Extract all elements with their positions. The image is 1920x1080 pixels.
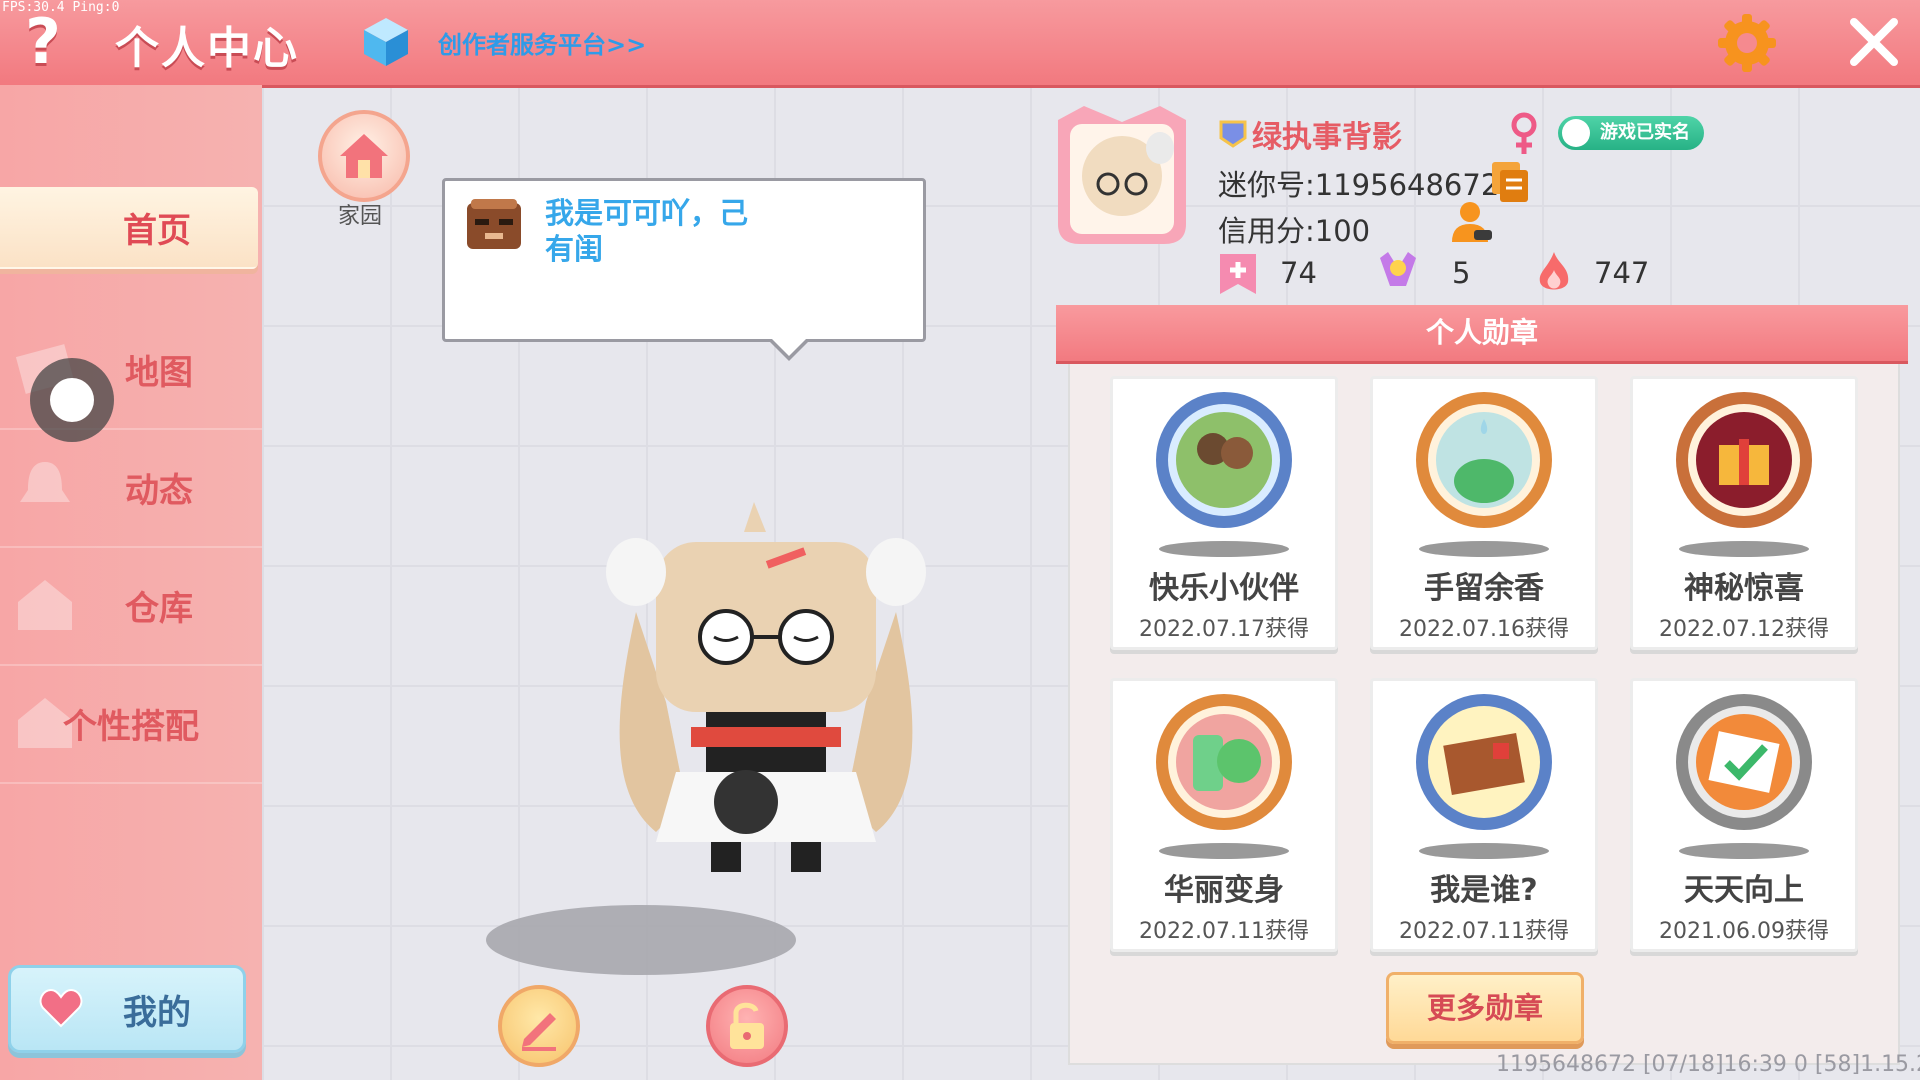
medal-name: 手留余香 [1424, 571, 1544, 606]
realname-label: 游戏已实名 [1600, 122, 1690, 143]
close-icon[interactable] [1846, 14, 1902, 70]
medal-shadow [1679, 843, 1809, 859]
medal-fragrance-icon [1416, 392, 1552, 528]
medal-panel-title: 个人勋章 [1056, 305, 1908, 364]
medal-name: 我是谁? [1430, 873, 1538, 908]
sidebar: 首页 地图 动态 仓库 个性搭配 [0, 85, 262, 1080]
sidebar-item-label: 仓库 [125, 588, 193, 629]
sidebar-item-storage[interactable]: 仓库 [0, 546, 262, 666]
copy-icon[interactable] [1490, 160, 1530, 204]
character-shadow [486, 905, 796, 975]
help-icon[interactable]: ? [18, 10, 68, 74]
vip-badge-icon [1219, 120, 1247, 148]
female-icon [1511, 112, 1537, 154]
medal-daily-progress-icon [1676, 694, 1812, 830]
add-friend-icon[interactable] [1450, 200, 1494, 244]
page-title: 个人中心 [115, 23, 299, 74]
lock-button[interactable] [706, 985, 788, 1067]
signature-bubble[interactable]: 我是可可吖，己 有闺 [442, 178, 926, 361]
bell-icon [20, 462, 70, 502]
user-verified-icon [1562, 119, 1590, 147]
player-character[interactable] [596, 502, 936, 882]
medal-date: 2022.07.16获得 [1399, 617, 1569, 642]
heart-icon [39, 988, 83, 1028]
medal-date: 2022.07.11获得 [1139, 919, 1309, 944]
credit-score: 信用分:100 [1218, 214, 1371, 248]
medal-shadow [1159, 541, 1289, 557]
warehouse-icon [18, 580, 72, 630]
sidebar-item-home[interactable]: 首页 [0, 187, 258, 269]
medal-card[interactable]: 手留余香 2022.07.16获得 [1370, 376, 1598, 650]
popularity-count: 747 [1594, 256, 1650, 290]
signature-text: 我是可可吖，己 有闺 [545, 195, 785, 267]
gear-icon[interactable] [1716, 12, 1778, 74]
creator-platform-link[interactable]: 创作者服务平台>> [438, 25, 646, 60]
more-medals-button[interactable]: 更多勋章 [1386, 972, 1584, 1044]
medal-mystery-gift-icon [1676, 392, 1812, 528]
medal-shadow [1419, 843, 1549, 859]
realname-badge: 游戏已实名 [1558, 116, 1704, 150]
like-icon [1220, 254, 1256, 294]
medal-card[interactable]: 天天向上 2021.06.09获得 [1630, 678, 1858, 952]
medal-date: 2022.07.17获得 [1139, 617, 1309, 642]
top-bar: ? 个人中心 创作者服务平台>> [0, 0, 1920, 85]
home-button[interactable] [318, 110, 410, 202]
signature-line-1: 我是可可吖，己 [545, 196, 749, 230]
medal-name: 华丽变身 [1164, 873, 1284, 908]
medal-name: 快乐小伙伴 [1149, 571, 1299, 606]
fans-count: 5 [1452, 256, 1471, 290]
sidebar-item-label: 地图 [125, 352, 193, 393]
unlock-icon [730, 1002, 764, 1049]
medal-who-am-i-icon [1416, 694, 1552, 830]
medal-name: 神秘惊喜 [1684, 571, 1804, 606]
sidebar-item-label: 个性搭配 [63, 706, 199, 747]
medal-transform-icon [1156, 694, 1292, 830]
sidebar-item-feed[interactable]: 动态 [0, 428, 262, 548]
my-button-label: 我的 [123, 992, 191, 1033]
sidebar-item-outfit[interactable]: 个性搭配 [0, 664, 262, 784]
touch-indicator [30, 358, 114, 442]
medal-date: 2022.07.12获得 [1659, 617, 1829, 642]
medal-card[interactable]: 神秘惊喜 2022.07.12获得 [1630, 376, 1858, 650]
sidebar-item-label: 动态 [125, 470, 193, 511]
medal-shadow [1159, 843, 1289, 859]
medal-card[interactable]: 快乐小伙伴 2022.07.17获得 [1110, 376, 1338, 650]
medal-shadow [1679, 541, 1809, 557]
character-head-icon [467, 199, 521, 249]
house-icon [340, 134, 388, 178]
edit-button[interactable] [498, 985, 580, 1067]
fire-icon [1539, 252, 1569, 290]
signature-line-2: 有闺 [545, 232, 604, 266]
medal-happy-partner-icon [1156, 392, 1292, 528]
my-button[interactable]: 我的 [8, 965, 246, 1053]
medal-date: 2022.07.11获得 [1399, 919, 1569, 944]
cube-icon[interactable] [362, 16, 410, 68]
nickname: 绿执事背影 [1252, 120, 1402, 155]
fps-readout: FPS:30.4 Ping:0 [2, 0, 120, 15]
home-label: 家园 [337, 204, 382, 229]
pencil-icon [522, 1013, 556, 1051]
avatar[interactable] [1054, 104, 1190, 252]
medal-shadow [1419, 541, 1549, 557]
medal-card[interactable]: 我是谁? 2022.07.11获得 [1370, 678, 1598, 952]
footer-info: 1195648672 [07/18]16:39 0 [58]1.15.2 [1496, 1052, 1920, 1077]
fans-icon [1380, 252, 1416, 286]
medal-card[interactable]: 华丽变身 2022.07.11获得 [1110, 678, 1338, 952]
medal-name: 天天向上 [1684, 873, 1804, 908]
medal-date: 2021.06.09获得 [1659, 919, 1829, 944]
likes-count: 74 [1280, 256, 1317, 290]
sidebar-item-label: 首页 [123, 210, 191, 251]
mini-id: 迷你号:1195648672 [1218, 168, 1500, 202]
